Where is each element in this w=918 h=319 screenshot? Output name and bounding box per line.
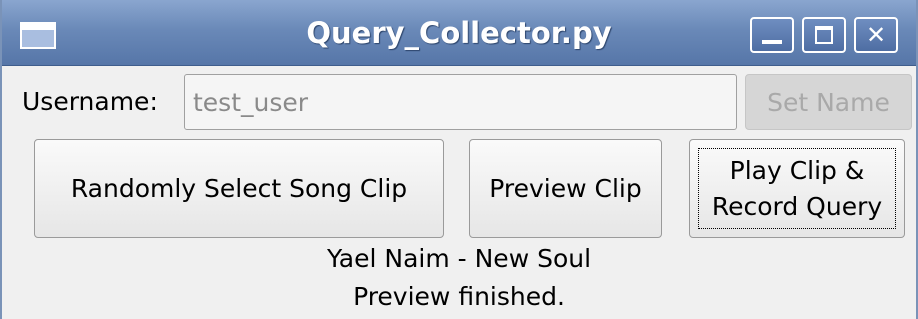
- status-message: Preview finished.: [353, 282, 565, 311]
- randomly-select-song-clip-button[interactable]: Randomly Select Song Clip: [34, 139, 444, 238]
- close-button[interactable]: ✕: [854, 17, 898, 53]
- song-label: Yael Naim - New Soul: [326, 244, 592, 273]
- close-icon: ✕: [865, 21, 887, 49]
- preview-clip-button[interactable]: Preview Clip: [469, 139, 662, 238]
- title-bar[interactable]: Query_Collector.py ✕: [2, 0, 916, 66]
- play-clip-record-query-label: Play Clip & Record Query: [698, 148, 896, 229]
- app-window: Query_Collector.py ✕ Username: Set Name …: [0, 0, 918, 319]
- username-label: Username:: [22, 87, 158, 116]
- minimize-button[interactable]: [750, 17, 794, 53]
- username-input[interactable]: [184, 74, 737, 130]
- set-name-button[interactable]: Set Name: [745, 74, 912, 130]
- play-clip-record-query-button[interactable]: Play Clip & Record Query: [689, 139, 905, 238]
- maximize-button[interactable]: [802, 17, 846, 53]
